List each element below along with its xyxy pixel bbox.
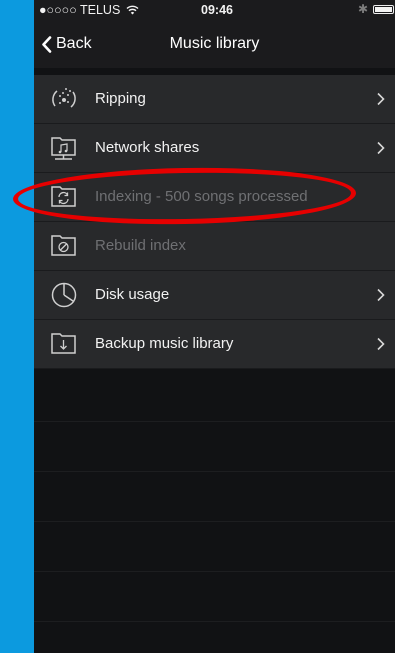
blocked-folder-icon xyxy=(51,235,76,256)
empty-table-area xyxy=(34,372,395,653)
chevron-right-icon xyxy=(377,92,385,106)
list-item-backup-music-library[interactable]: Backup music library xyxy=(34,320,395,369)
chevron-right-icon xyxy=(377,288,385,302)
pie-chart-icon xyxy=(51,282,77,308)
bluetooth-icon: ✱ xyxy=(357,2,368,16)
list-item-ripping[interactable]: Ripping xyxy=(34,75,395,124)
list-item-label: Backup music library xyxy=(95,335,234,352)
wifi-icon xyxy=(126,5,139,15)
list-item-label: Network shares xyxy=(95,139,200,156)
list-item-label: Ripping xyxy=(95,90,146,107)
list-item-network-shares[interactable]: Network shares xyxy=(34,124,395,173)
list-item-disk-usage[interactable]: Disk usage xyxy=(34,271,395,320)
list-item-label: Rebuild index xyxy=(95,237,186,254)
ripping-icon xyxy=(52,88,76,108)
clock: 09:46 xyxy=(201,3,233,17)
status-bar: ●○○○○ TELUS 09:46 ✱ xyxy=(34,0,395,20)
backup-folder-icon xyxy=(51,333,76,354)
network-folder-icon xyxy=(51,137,76,160)
status-left: ●○○○○ TELUS xyxy=(39,3,139,17)
navigation-bar: Back Music library xyxy=(34,20,395,68)
battery-full-icon xyxy=(373,5,394,14)
list-item-rebuild-index: Rebuild index xyxy=(34,222,395,271)
chevron-right-icon xyxy=(377,141,385,155)
chevron-right-icon xyxy=(377,337,385,351)
page-title: Music library xyxy=(169,35,260,52)
carrier-label: ●○○○○ TELUS xyxy=(39,3,121,17)
phone-screen: ●○○○○ TELUS 09:46 ✱ Back Music library R… xyxy=(34,0,395,653)
list-item-label: Disk usage xyxy=(95,286,170,303)
